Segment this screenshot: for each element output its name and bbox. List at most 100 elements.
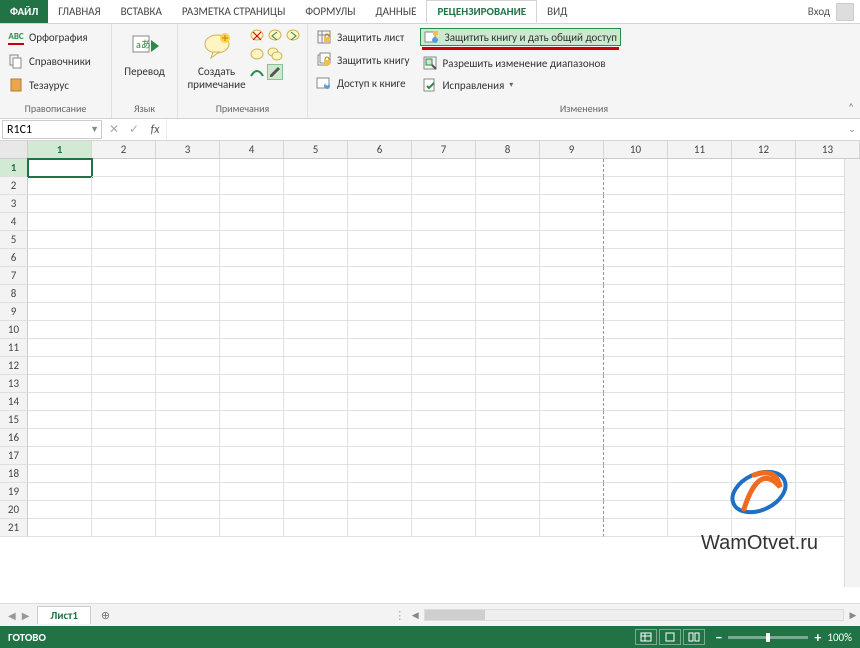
allow-edit-ranges-button[interactable]: Разрешить изменение диапазонов [420,54,621,72]
cell[interactable] [668,483,732,501]
horizontal-scrollbar[interactable] [424,609,844,621]
cell[interactable] [476,447,540,465]
view-page-layout-button[interactable] [659,629,681,645]
cell[interactable] [284,375,348,393]
cell[interactable] [92,429,156,447]
cell[interactable] [412,447,476,465]
cell[interactable] [732,159,796,177]
cell[interactable] [604,483,668,501]
cell[interactable] [92,249,156,267]
cell[interactable] [92,465,156,483]
cell[interactable] [220,195,284,213]
tab-home[interactable]: ГЛАВНАЯ [48,0,110,23]
cell[interactable] [732,339,796,357]
cell[interactable] [156,303,220,321]
cell[interactable] [348,231,412,249]
cell[interactable] [28,159,92,177]
cell[interactable] [284,213,348,231]
cell[interactable] [732,267,796,285]
sheet-nav-next-icon[interactable]: ▶ [22,609,30,622]
column-header[interactable]: 10 [604,141,668,158]
cell[interactable] [284,159,348,177]
cell[interactable] [284,303,348,321]
cell[interactable] [284,285,348,303]
cell[interactable] [92,357,156,375]
cell[interactable] [732,285,796,303]
row-header[interactable]: 15 [0,411,28,429]
cell[interactable] [284,519,348,537]
view-normal-button[interactable] [635,629,657,645]
column-header[interactable]: 13 [796,141,860,158]
cell[interactable] [540,411,604,429]
cell[interactable] [348,249,412,267]
prev-comment-icon[interactable] [267,28,283,44]
cell[interactable] [412,195,476,213]
cell[interactable] [348,519,412,537]
cell[interactable] [348,303,412,321]
cell[interactable] [92,519,156,537]
cell[interactable] [92,393,156,411]
protect-workbook-button[interactable]: Защитить книгу [314,51,412,69]
cell[interactable] [540,519,604,537]
cell[interactable] [156,393,220,411]
cell[interactable] [732,321,796,339]
row-header[interactable]: 18 [0,465,28,483]
cell[interactable] [348,501,412,519]
cell[interactable] [156,447,220,465]
cell[interactable] [220,519,284,537]
cell[interactable] [604,303,668,321]
add-sheet-button[interactable]: ⊕ [91,609,120,622]
cell[interactable] [28,231,92,249]
cell[interactable] [348,213,412,231]
cell[interactable] [156,339,220,357]
tab-data[interactable]: ДАННЫЕ [366,0,427,23]
cell[interactable] [156,357,220,375]
column-header[interactable]: 1 [28,141,92,158]
cell[interactable] [476,267,540,285]
cell[interactable] [540,231,604,249]
cell[interactable] [28,411,92,429]
cell[interactable] [604,213,668,231]
column-header[interactable]: 7 [412,141,476,158]
cell[interactable] [284,249,348,267]
cell[interactable] [220,231,284,249]
cell[interactable] [92,501,156,519]
cell[interactable] [92,213,156,231]
cell[interactable] [668,303,732,321]
protect-and-share-button[interactable]: Защитить книгу и дать общий доступ [420,28,621,46]
cell[interactable] [412,501,476,519]
cell[interactable] [348,321,412,339]
cell[interactable] [92,411,156,429]
cell[interactable] [732,177,796,195]
cell[interactable] [540,267,604,285]
cell[interactable] [220,465,284,483]
cell[interactable] [28,267,92,285]
cell[interactable] [476,213,540,231]
column-header[interactable]: 12 [732,141,796,158]
cell[interactable] [220,303,284,321]
cell[interactable] [604,267,668,285]
cell[interactable] [412,429,476,447]
cell[interactable] [220,375,284,393]
cell[interactable] [220,501,284,519]
cell[interactable] [348,195,412,213]
cell[interactable] [28,393,92,411]
cell[interactable] [732,519,796,537]
row-header[interactable]: 3 [0,195,28,213]
cell[interactable] [540,249,604,267]
cell[interactable] [412,411,476,429]
cell[interactable] [604,447,668,465]
cell[interactable] [412,159,476,177]
cell[interactable] [540,501,604,519]
cell[interactable] [668,393,732,411]
cell[interactable] [732,195,796,213]
cell[interactable] [540,357,604,375]
cell[interactable] [412,465,476,483]
column-header[interactable]: 11 [668,141,732,158]
cell[interactable] [28,501,92,519]
row-header[interactable]: 13 [0,375,28,393]
cell[interactable] [668,213,732,231]
signin-link[interactable]: Вход [808,5,830,18]
cell[interactable] [348,357,412,375]
cell[interactable] [348,465,412,483]
